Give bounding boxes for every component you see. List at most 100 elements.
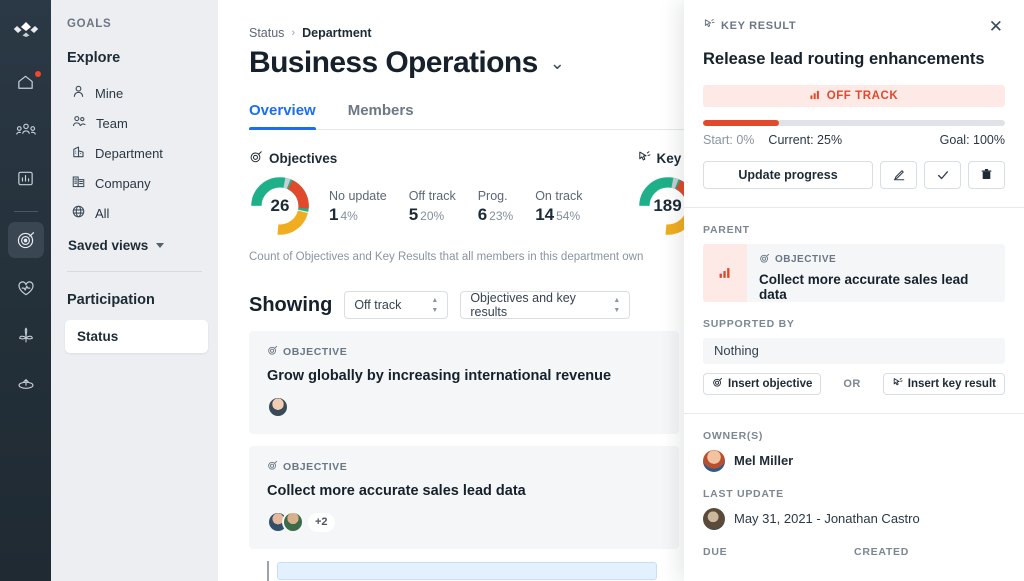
sidebar-item-team[interactable]: Team [67, 108, 202, 138]
globe-icon [71, 204, 86, 222]
parent-card-body: OBJECTIVE Collect more accurate sales le… [747, 244, 1005, 302]
card-avatars: +2 [267, 511, 661, 533]
card-avatars [267, 396, 661, 418]
building-icon [71, 144, 86, 162]
tab-members[interactable]: Members [348, 102, 414, 129]
objective-card[interactable]: OBJECTIVE Grow globally by increasing in… [249, 331, 679, 434]
showing-label: Showing [249, 293, 333, 316]
rail-item-growth[interactable] [8, 318, 44, 354]
created-label: CREATED [854, 545, 910, 558]
sidebar-item-all[interactable]: All [67, 198, 202, 228]
status-badge: OFF TRACK [703, 84, 1005, 107]
check-icon[interactable] [924, 160, 961, 189]
insert-objective-button[interactable]: Insert objective [703, 372, 822, 395]
parent-card-title: Collect more accurate sales lead data [759, 271, 969, 302]
panel-kicker-label: KEY RESULT [721, 19, 797, 32]
sidebar-item-department[interactable]: Department [67, 138, 202, 168]
sidebar-item-mine[interactable]: Mine [67, 78, 202, 108]
type-filter-value: Objectives and key results [470, 291, 576, 319]
trash-icon[interactable] [968, 160, 1005, 189]
card-title: Grow globally by increasing internationa… [267, 368, 612, 384]
legend-label: No update [329, 189, 387, 203]
breadcrumb-separator-icon: › [291, 27, 296, 39]
key-result-icon [637, 150, 651, 167]
card-title: Collect more accurate sales lead data [267, 483, 526, 499]
avatar[interactable] [267, 396, 289, 418]
sidebar-divider [67, 271, 202, 272]
legend-label: Off track [408, 189, 456, 203]
card-kicker: OBJECTIVE [267, 460, 661, 474]
sidebar-item-label: Team [96, 115, 128, 131]
tab-overview[interactable]: Overview [249, 102, 316, 130]
rail-item-goals[interactable] [7, 222, 44, 258]
objectives-legend: No update 1 4% Off track 5 20% Prog. 6 23% [329, 187, 582, 225]
objectives-total: 26 [270, 196, 290, 215]
status-filter-value: Off track [354, 298, 402, 312]
key-result-icon [892, 377, 903, 391]
legend-value: 1 [329, 205, 339, 224]
type-filter-select[interactable]: Objectives and key results ▲ ▼ [460, 291, 631, 319]
avatar-overflow-count[interactable]: +2 [308, 512, 335, 532]
panel-kicker: KEY RESULT [703, 18, 796, 33]
rail-item-more[interactable] [8, 366, 44, 402]
status-badge-label: OFF TRACK [826, 89, 899, 102]
select-arrows-icon: ▲ ▼ [613, 296, 621, 314]
avatar[interactable] [282, 511, 304, 533]
sidebar-item-company[interactable]: Company [67, 168, 202, 198]
progress-meta: Start: 0% Current: 25% Goal: 100% [703, 133, 1005, 147]
objectives-stat-block: Objectives 26 No update 1 4% Off track 5… [249, 150, 637, 237]
last-update-row[interactable]: May 31, 2021 - Jonathan Castro [703, 507, 1005, 530]
legend-label: Prog. [477, 189, 508, 203]
target-icon [267, 460, 278, 474]
objectives-stat-heading: Objectives [249, 150, 637, 167]
update-progress-button[interactable]: Update progress [703, 160, 873, 189]
progress-bar-fill [703, 119, 779, 126]
legend-entry: Prog. 6 23% [478, 189, 514, 225]
saved-views-toggle[interactable]: Saved views [67, 238, 202, 253]
breadcrumb-current: Department [302, 26, 372, 40]
company-logo-icon[interactable] [8, 12, 44, 46]
insert-key-result-label: Insert key result [907, 377, 996, 390]
or-separator: OR [843, 377, 861, 390]
target-icon [249, 150, 263, 167]
breadcrumb-root[interactable]: Status [249, 26, 284, 40]
legend-percent: 4% [340, 209, 358, 223]
rail-item-home[interactable] [8, 64, 44, 100]
key-result-icon [703, 18, 715, 33]
objectives-stat-title: Objectives [269, 151, 338, 166]
rail-item-reports[interactable] [8, 160, 44, 196]
last-update-text: May 31, 2021 - Jonathan Castro [734, 511, 920, 527]
person-icon [71, 84, 86, 102]
sidebar-heading-explore: Explore [67, 50, 121, 66]
chevron-down-icon[interactable]: ⌄ [550, 54, 565, 72]
insert-key-result-button[interactable]: Insert key result [882, 372, 1005, 395]
sidebar-item-label: Mine [95, 85, 124, 101]
key-result-row-partial [249, 561, 679, 581]
key-results-stat-title: Key [656, 151, 682, 166]
sidebar-item-label: All [95, 205, 110, 221]
supported-by-label: SUPPORTED BY [703, 317, 795, 330]
panel-header: KEY RESULT ✕ [703, 18, 1005, 35]
chevron-down-icon [156, 243, 165, 248]
sidebar-item-status[interactable]: Status [65, 320, 208, 353]
supported-by-value: Nothing [703, 337, 1005, 364]
close-icon[interactable]: ✕ [987, 18, 1005, 35]
rail-item-people[interactable] [8, 112, 44, 148]
insert-buttons-row: Insert objective OR Insert key result [703, 372, 1005, 395]
legend-entry: Off track 5 20% [409, 189, 456, 225]
parent-section-label: PARENT [703, 223, 750, 236]
owner-row[interactable]: Mel Miller [703, 449, 1005, 472]
owners-label: OWNER(S) [703, 429, 764, 442]
status-filter-select[interactable]: Off track ▲ ▼ [344, 291, 449, 319]
key-result-selected-row[interactable] [277, 562, 657, 580]
target-icon [712, 377, 723, 391]
objective-card[interactable]: OBJECTIVE Collect more accurate sales le… [249, 446, 679, 549]
parent-objective-card[interactable]: OBJECTIVE Collect more accurate sales le… [703, 243, 1005, 302]
card-kicker-label: OBJECTIVE [283, 461, 348, 473]
legend-percent: 54% [556, 209, 581, 223]
edit-pencil-icon[interactable] [880, 160, 917, 189]
legend-value: 5 [408, 205, 419, 224]
rail-item-feedback[interactable] [8, 270, 44, 306]
insert-objective-label: Insert objective [728, 377, 813, 390]
target-icon [267, 345, 278, 359]
